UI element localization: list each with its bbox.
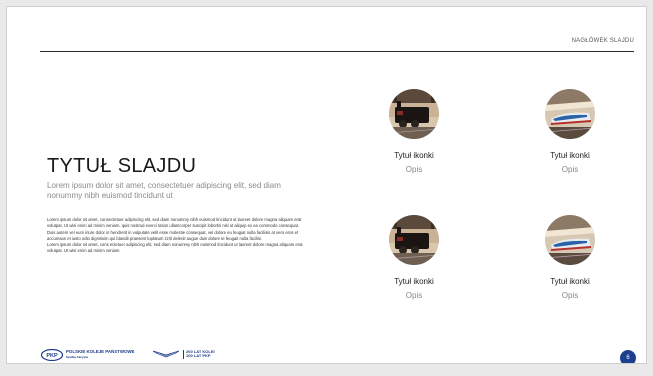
- pkp-logo: PKP POLSKIE KOLEJE PAŃSTWOWE Spółka Akcy…: [41, 348, 134, 362]
- tile-title: Tytuł ikonki: [394, 277, 434, 286]
- steam-locomotive-image: [389, 89, 439, 139]
- tile-subtitle: Opis: [561, 165, 579, 174]
- logo-wordmark: POLSKIE KOLEJE PAŃSTWOWE Spółka Akcyjna: [66, 349, 134, 360]
- tile-title: Tytuł ikonki: [394, 151, 434, 160]
- tile-title: Tytuł ikonki: [550, 151, 590, 160]
- wings-icon: [152, 350, 180, 358]
- body-paragraph: Lorem ipsum dolor sit amet, cons ectetue…: [47, 242, 303, 254]
- steam-locomotive-image: [389, 215, 439, 265]
- tile-subtitle: Opis: [561, 291, 579, 300]
- tile-subtitle: Opis: [405, 291, 423, 300]
- slide-title: TYTUŁ SLAJDU: [47, 155, 197, 177]
- high-speed-train-image: [545, 89, 595, 139]
- header-divider: [40, 51, 634, 52]
- slide-subtitle: Lorem ipsum dolor sit amet, consectetuer…: [47, 181, 281, 200]
- high-speed-train-image: [545, 215, 595, 265]
- icon-tile-high-speed-train: Tytuł ikonki Opis: [520, 89, 620, 174]
- slide-header-label: NAGŁÓWEK SLAJDU: [571, 38, 634, 44]
- anniversary-text: 200 LAT KOLEI 100 LAT PKP: [183, 349, 215, 359]
- icon-tile-steam-locomotive: Tytuł ikonki Opis: [364, 215, 464, 300]
- icon-tile-high-speed-train: Tytuł ikonki Opis: [520, 215, 620, 300]
- logo-tagline: Spółka Akcyjna: [66, 355, 89, 359]
- tile-title: Tytuł ikonki: [550, 277, 590, 286]
- page-number-badge: 6: [620, 350, 636, 363]
- anniversary-logo: 200 LAT KOLEI 100 LAT PKP: [152, 349, 215, 359]
- tile-subtitle: Opis: [405, 165, 423, 174]
- anniversary-line-2: 100 LAT PKP: [186, 353, 211, 358]
- logo-badge-text: PKP: [46, 353, 58, 359]
- body-paragraph: Lorem ipsum dolor sit amet, consectetuer…: [47, 217, 302, 241]
- icon-tile-steam-locomotive: Tytuł ikonki Opis: [364, 89, 464, 174]
- slide-body-text: Lorem ipsum dolor sit amet, consectetuer…: [47, 217, 307, 255]
- slide: NAGŁÓWEK SLAJDU TYTUŁ SLAJDU Lorem ipsum…: [6, 6, 647, 364]
- pkp-oval-icon: PKP: [41, 349, 63, 361]
